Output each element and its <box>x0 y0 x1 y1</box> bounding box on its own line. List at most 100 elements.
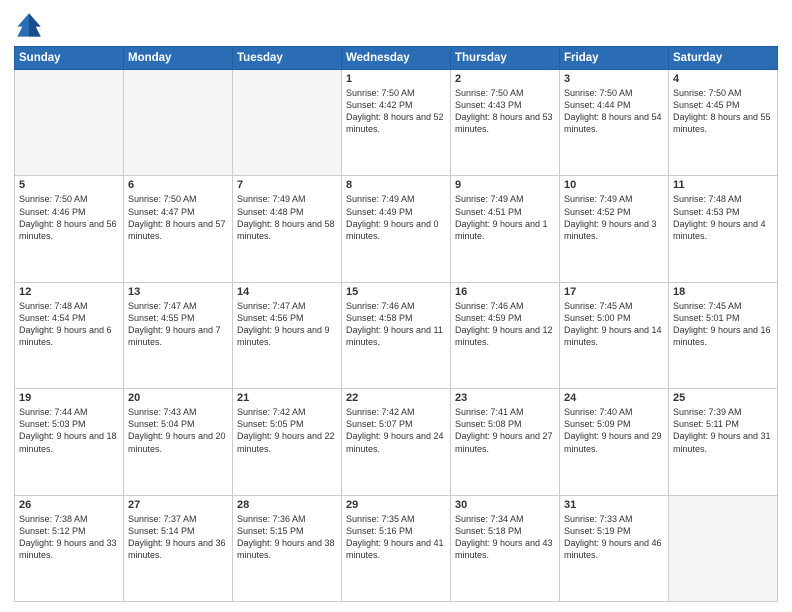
day-info: Sunrise: 7:50 AM Sunset: 4:44 PM Dayligh… <box>564 87 664 136</box>
day-number: 28 <box>237 499 337 511</box>
day-number: 31 <box>564 499 664 511</box>
day-number: 9 <box>455 179 555 191</box>
day-number: 25 <box>673 392 773 404</box>
day-number: 11 <box>673 179 773 191</box>
calendar-cell: 29 Sunrise: 7:35 AM Sunset: 5:16 PM Dayli… <box>342 495 451 601</box>
day-info: Sunrise: 7:48 AM Sunset: 4:54 PM Dayligh… <box>19 300 119 349</box>
day-number: 19 <box>19 392 119 404</box>
day-info: Sunrise: 7:40 AM Sunset: 5:09 PM Dayligh… <box>564 406 664 455</box>
day-info: Sunrise: 7:36 AM Sunset: 5:15 PM Dayligh… <box>237 513 337 562</box>
day-number: 16 <box>455 286 555 298</box>
day-info: Sunrise: 7:49 AM Sunset: 4:51 PM Dayligh… <box>455 193 555 242</box>
calendar-cell: 13Sunrise: 7:47 AM Sunset: 4:55 PM Dayli… <box>124 282 233 388</box>
day-info: Sunrise: 7:38 AM Sunset: 5:12 PM Dayligh… <box>19 513 119 562</box>
day-number: 18 <box>673 286 773 298</box>
day-number: 30 <box>455 499 555 511</box>
day-info: Sunrise: 7:35 AM Sunset: 5:16 PM Dayligh… <box>346 513 446 562</box>
calendar-cell <box>15 70 124 176</box>
day-info: Sunrise: 7:45 AM Sunset: 5:00 PM Dayligh… <box>564 300 664 349</box>
calendar-cell: 14 Sunrise: 7:47 AM Sunset: 4:56 PM Dayli… <box>233 282 342 388</box>
day-number: 23 <box>455 392 555 404</box>
day-number: 14 <box>237 286 337 298</box>
day-number: 21 <box>237 392 337 404</box>
calendar-cell: 12Sunrise: 7:48 AM Sunset: 4:54 PM Dayli… <box>15 282 124 388</box>
calendar-week-row: 5Sunrise: 7:50 AM Sunset: 4:46 PM Daylig… <box>15 176 778 282</box>
day-number: 27 <box>128 499 228 511</box>
calendar-cell: 21 Sunrise: 7:42 AM Sunset: 5:05 PM Dayli… <box>233 389 342 495</box>
calendar-cell: 7Sunrise: 7:49 AM Sunset: 4:48 PM Daylig… <box>233 176 342 282</box>
day-number: 29 <box>346 499 446 511</box>
calendar-cell: 10Sunrise: 7:49 AM Sunset: 4:52 PM Dayli… <box>560 176 669 282</box>
day-number: 13 <box>128 286 228 298</box>
day-number: 15 <box>346 286 446 298</box>
calendar-week-row: 19 Sunrise: 7:44 AM Sunset: 5:03 PM Dayli… <box>15 389 778 495</box>
day-number: 22 <box>346 392 446 404</box>
calendar-cell: 30 Sunrise: 7:34 AM Sunset: 5:18 PM Dayli… <box>451 495 560 601</box>
calendar-cell: 8 Sunrise: 7:49 AM Sunset: 4:49 PM Daylig… <box>342 176 451 282</box>
day-number: 8 <box>346 179 446 191</box>
calendar-cell: 9 Sunrise: 7:49 AM Sunset: 4:51 PM Daylig… <box>451 176 560 282</box>
calendar-cell: 19 Sunrise: 7:44 AM Sunset: 5:03 PM Dayli… <box>15 389 124 495</box>
day-number: 24 <box>564 392 664 404</box>
calendar-cell: 23 Sunrise: 7:41 AM Sunset: 5:08 PM Dayli… <box>451 389 560 495</box>
day-info: Sunrise: 7:49 AM Sunset: 4:52 PM Dayligh… <box>564 193 664 242</box>
calendar-cell: 17 Sunrise: 7:45 AM Sunset: 5:00 PM Dayli… <box>560 282 669 388</box>
calendar-day-header: Thursday <box>451 47 560 70</box>
calendar-cell: 16Sunrise: 7:46 AM Sunset: 4:59 PM Dayli… <box>451 282 560 388</box>
day-info: Sunrise: 7:42 AM Sunset: 5:05 PM Dayligh… <box>237 406 337 455</box>
day-number: 17 <box>564 286 664 298</box>
day-info: Sunrise: 7:49 AM Sunset: 4:49 PM Dayligh… <box>346 193 446 242</box>
day-number: 5 <box>19 179 119 191</box>
day-number: 3 <box>564 73 664 85</box>
calendar-table: SundayMondayTuesdayWednesdayThursdayFrid… <box>14 46 778 602</box>
day-number: 20 <box>128 392 228 404</box>
calendar-cell <box>124 70 233 176</box>
day-info: Sunrise: 7:43 AM Sunset: 5:04 PM Dayligh… <box>128 406 228 455</box>
calendar-day-header: Monday <box>124 47 233 70</box>
calendar-week-row: 26Sunrise: 7:38 AM Sunset: 5:12 PM Dayli… <box>15 495 778 601</box>
calendar-cell: 22 Sunrise: 7:42 AM Sunset: 5:07 PM Dayli… <box>342 389 451 495</box>
calendar-day-header: Tuesday <box>233 47 342 70</box>
day-info: Sunrise: 7:45 AM Sunset: 5:01 PM Dayligh… <box>673 300 773 349</box>
calendar-cell: 5Sunrise: 7:50 AM Sunset: 4:46 PM Daylig… <box>15 176 124 282</box>
day-info: Sunrise: 7:39 AM Sunset: 5:11 PM Dayligh… <box>673 406 773 455</box>
calendar-day-header: Sunday <box>15 47 124 70</box>
day-number: 1 <box>346 73 446 85</box>
day-info: Sunrise: 7:37 AM Sunset: 5:14 PM Dayligh… <box>128 513 228 562</box>
calendar-cell: 18 Sunrise: 7:45 AM Sunset: 5:01 PM Dayli… <box>669 282 778 388</box>
day-number: 2 <box>455 73 555 85</box>
calendar-cell: 26Sunrise: 7:38 AM Sunset: 5:12 PM Dayli… <box>15 495 124 601</box>
day-info: Sunrise: 7:41 AM Sunset: 5:08 PM Dayligh… <box>455 406 555 455</box>
calendar-day-header: Wednesday <box>342 47 451 70</box>
calendar-cell <box>233 70 342 176</box>
header <box>14 10 778 40</box>
day-info: Sunrise: 7:50 AM Sunset: 4:45 PM Dayligh… <box>673 87 773 136</box>
day-info: Sunrise: 7:44 AM Sunset: 5:03 PM Dayligh… <box>19 406 119 455</box>
day-info: Sunrise: 7:48 AM Sunset: 4:53 PM Dayligh… <box>673 193 773 242</box>
day-info: Sunrise: 7:50 AM Sunset: 4:43 PM Dayligh… <box>455 87 555 136</box>
calendar-cell: 3 Sunrise: 7:50 AM Sunset: 4:44 PM Daylig… <box>560 70 669 176</box>
calendar-cell: 15 Sunrise: 7:46 AM Sunset: 4:58 PM Dayli… <box>342 282 451 388</box>
day-info: Sunrise: 7:34 AM Sunset: 5:18 PM Dayligh… <box>455 513 555 562</box>
calendar-cell: 4 Sunrise: 7:50 AM Sunset: 4:45 PM Daylig… <box>669 70 778 176</box>
logo <box>14 10 48 40</box>
day-number: 4 <box>673 73 773 85</box>
calendar-cell: 24 Sunrise: 7:40 AM Sunset: 5:09 PM Dayli… <box>560 389 669 495</box>
page: SundayMondayTuesdayWednesdayThursdayFrid… <box>0 0 792 612</box>
logo-icon <box>14 10 44 40</box>
calendar-cell <box>669 495 778 601</box>
day-number: 6 <box>128 179 228 191</box>
day-info: Sunrise: 7:33 AM Sunset: 5:19 PM Dayligh… <box>564 513 664 562</box>
calendar-cell: 2 Sunrise: 7:50 AM Sunset: 4:43 PM Daylig… <box>451 70 560 176</box>
day-info: Sunrise: 7:42 AM Sunset: 5:07 PM Dayligh… <box>346 406 446 455</box>
calendar-cell: 6Sunrise: 7:50 AM Sunset: 4:47 PM Daylig… <box>124 176 233 282</box>
calendar-cell: 31 Sunrise: 7:33 AM Sunset: 5:19 PM Dayli… <box>560 495 669 601</box>
calendar-day-header: Friday <box>560 47 669 70</box>
calendar-cell: 27 Sunrise: 7:37 AM Sunset: 5:14 PM Dayli… <box>124 495 233 601</box>
calendar-header-row: SundayMondayTuesdayWednesdayThursdayFrid… <box>15 47 778 70</box>
day-info: Sunrise: 7:46 AM Sunset: 4:58 PM Dayligh… <box>346 300 446 349</box>
calendar-cell: 25 Sunrise: 7:39 AM Sunset: 5:11 PM Dayli… <box>669 389 778 495</box>
calendar-cell: 1Sunrise: 7:50 AM Sunset: 4:42 PM Daylig… <box>342 70 451 176</box>
day-number: 7 <box>237 179 337 191</box>
day-info: Sunrise: 7:47 AM Sunset: 4:56 PM Dayligh… <box>237 300 337 349</box>
